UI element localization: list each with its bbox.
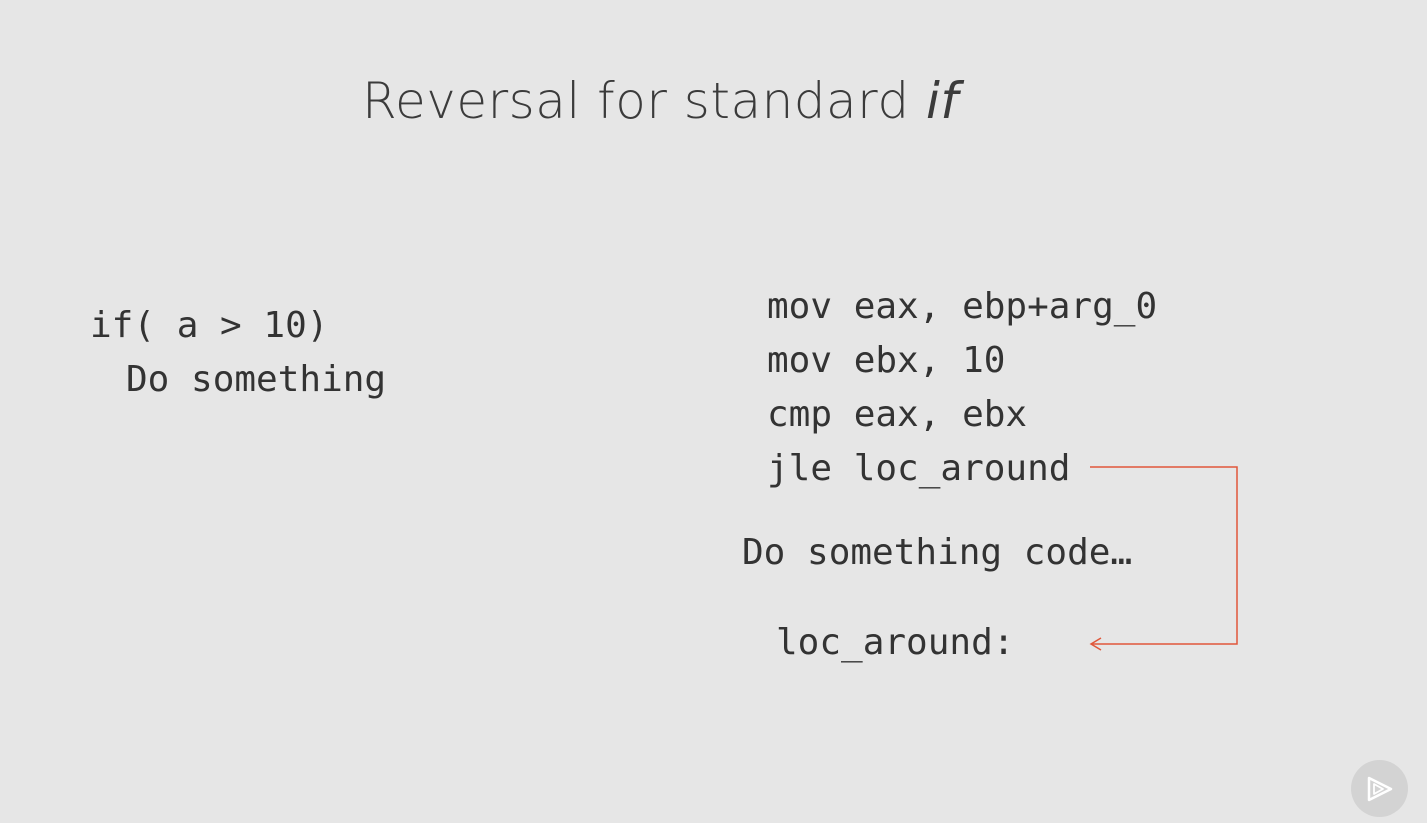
asm-label-line: loc_around: [776, 622, 1015, 663]
slide-title-italic: if [925, 72, 959, 130]
play-logo-icon [1351, 760, 1408, 817]
jump-arrow-head [1089, 637, 1102, 651]
source-if-line: if( a > 10) [90, 305, 329, 346]
asm-jle-line: jle loc_around [767, 448, 1071, 489]
slide-title: Reversal for standard if [362, 66, 958, 136]
asm-cmp-line: cmp eax, ebx [767, 394, 1028, 435]
play-triangle-icon [1367, 776, 1392, 801]
asm-body-line: Do something code… [742, 532, 1133, 573]
asm-mov-ebx-line: mov ebx, 10 [767, 340, 1006, 381]
asm-mov-eax-line: mov eax, ebp+arg_0 [767, 286, 1158, 327]
slide-title-main: Reversal for standard [362, 72, 926, 130]
source-body-line: Do something [126, 359, 387, 400]
